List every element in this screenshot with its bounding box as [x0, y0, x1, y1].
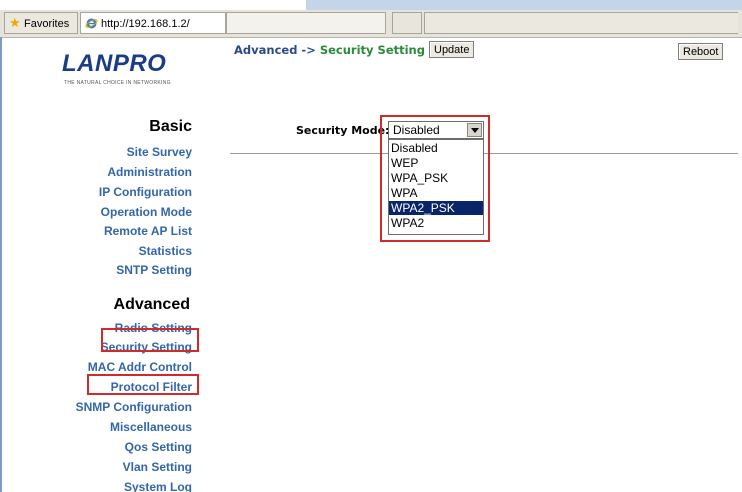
toolbar-slot	[424, 12, 738, 34]
browser-tab-active[interactable]: http://192.168.1.2/	[80, 12, 226, 34]
sidebar-item-qos-setting[interactable]: Qos Setting	[125, 440, 192, 454]
main-content: Advanced -> Security Setting Update Rebo…	[228, 37, 742, 492]
logo: LANPRO THE NATURAL CHOICE IN NETWORKING	[54, 50, 204, 90]
favorites-label: Favorites	[24, 18, 70, 30]
favorites-button[interactable]: ★ Favorites	[4, 12, 78, 34]
browser-toolbar: ★ Favorites http://192.168.1.2/	[0, 10, 742, 38]
security-setting-highlight-box	[87, 374, 199, 395]
tab-url-text: http://192.168.1.2/	[101, 18, 190, 30]
logo-tagline: THE NATURAL CHOICE IN NETWORKING	[64, 80, 171, 86]
sidebar-item-administration[interactable]: Administration	[107, 165, 192, 179]
sidebar-item-vlan-setting[interactable]: Vlan Setting	[123, 460, 192, 474]
basic-heading: Basic	[149, 118, 192, 135]
breadcrumb-page: Security Setting	[319, 43, 425, 57]
sidebar-item-operation-mode[interactable]: Operation Mode	[101, 205, 192, 219]
favorites-star-icon: ★	[9, 15, 21, 30]
breadcrumb-section: Advanced ->	[234, 43, 320, 57]
browser-window: ★ Favorites http://192.168.1.2/ LANPRO T…	[0, 0, 742, 492]
internet-explorer-icon	[85, 18, 98, 29]
sidebar-item-site-survey[interactable]: Site Survey	[127, 145, 192, 159]
logo-text: LANPRO	[62, 50, 167, 77]
sidebar-item-statistics[interactable]: Statistics	[139, 244, 192, 258]
sidebar-item-mac-addr-control[interactable]: MAC Addr Control	[88, 360, 192, 374]
security-mode-label: Security Mode:	[296, 124, 390, 137]
toolbar-slot	[226, 12, 386, 34]
advanced-highlight-box	[101, 328, 199, 352]
sidebar-item-ip-configuration[interactable]: IP Configuration	[99, 185, 192, 199]
window-accent-bar	[306, 0, 742, 10]
sidebar-item-sntp-setting[interactable]: SNTP Setting	[116, 263, 192, 277]
toolbar-slot	[392, 12, 422, 34]
sidebar-item-system-log[interactable]: System Log	[124, 480, 192, 492]
security-mode-highlight-box	[380, 115, 490, 242]
sidebar-item-remote-ap-list[interactable]: Remote AP List	[104, 224, 192, 238]
reboot-button[interactable]: Reboot	[678, 43, 724, 60]
advanced-heading: Advanced	[113, 296, 190, 313]
update-button[interactable]: Update	[429, 41, 475, 58]
breadcrumb: Advanced -> Security Setting	[234, 43, 425, 57]
sidebar-item-snmp-configuration[interactable]: SNMP Configuration	[76, 400, 192, 414]
sidebar: LANPRO THE NATURAL CHOICE IN NETWORKING …	[2, 37, 227, 492]
sidebar-item-miscellaneous[interactable]: Miscellaneous	[110, 420, 192, 434]
